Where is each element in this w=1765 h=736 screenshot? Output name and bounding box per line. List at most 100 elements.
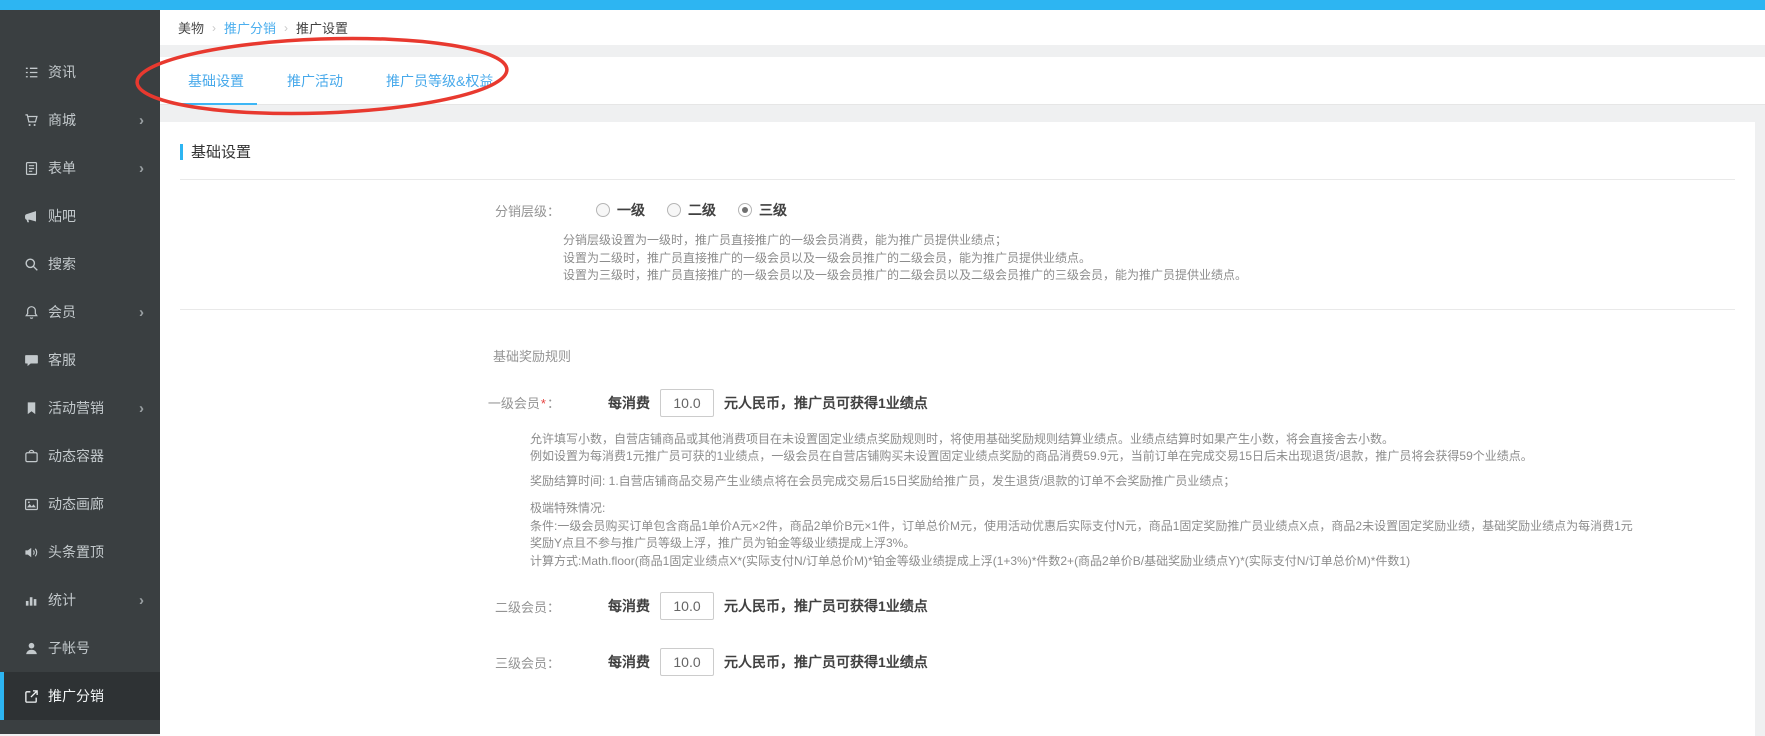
divider — [180, 309, 1735, 310]
chevron-right-icon: › — [139, 401, 144, 416]
level3-member-label: 三级会员： — [180, 653, 560, 672]
sidebar-item-search[interactable]: 搜索 — [0, 240, 160, 288]
breadcrumb: 美物 › 推广分销 › 推广设置 — [160, 10, 1765, 45]
consume-prefix: 每消费 — [608, 596, 650, 616]
container-icon — [24, 449, 39, 464]
sidebar-item-label: 推广分销 — [48, 686, 104, 706]
radio-level-3-selected[interactable]: 三级 — [738, 200, 787, 220]
level3-member-row: 三级会员： 每消费 元人民币，推广员可获得1业绩点 — [180, 648, 1735, 676]
tab-label: 推广活动 — [287, 71, 343, 91]
level3-member-control: 每消费 元人民币，推广员可获得1业绩点 — [608, 648, 928, 676]
sidebar-item-label: 贴吧 — [48, 206, 76, 226]
level3-amount-input[interactable] — [660, 648, 714, 676]
settings-card: 基础设置 分销层级： 一级 二级 三级 分销层级设置为一级时 — [160, 122, 1755, 736]
share-export-icon — [24, 689, 39, 704]
tab-label: 推广员等级&权益 — [386, 71, 493, 91]
sidebar-item-dynamic-container[interactable]: 动态容器 — [0, 432, 160, 480]
sidebar-item-support[interactable]: 客服 — [0, 336, 160, 384]
chevron-right-icon: › — [139, 593, 144, 608]
main-content: 美物 › 推广分销 › 推广设置 基础设置 推广活动 推广员等级&权益 基础设置… — [160, 10, 1765, 734]
breadcrumb-link-promotion[interactable]: 推广分销 — [224, 18, 276, 37]
sidebar-item-promotion-distribution[interactable]: 推广分销 — [0, 672, 160, 720]
megaphone-icon — [24, 209, 39, 224]
consume-prefix: 每消费 — [608, 393, 650, 413]
sidebar-item-members[interactable]: 会员 › — [0, 288, 160, 336]
tab-promoter-level-rights[interactable]: 推广员等级&权益 — [373, 57, 506, 104]
level1-member-control: 每消费 元人民币，推广员可获得1业绩点 — [608, 389, 928, 417]
sidebar-item-label: 客服 — [48, 350, 76, 370]
speaker-icon — [24, 545, 39, 560]
description-paragraph: 极端特殊情况: 条件:一级会员购买订单包含商品1单价A元×2件，商品2单价B元×… — [530, 500, 1735, 570]
sidebar-item-label: 子帐号 — [48, 638, 90, 658]
sidebar-item-label: 统计 — [48, 590, 76, 610]
level2-member-row: 二级会员： 每消费 元人民币，推广员可获得1业绩点 — [180, 592, 1735, 620]
reward-rules-description: 允许填写小数，自营店铺商品或其他消费项目在未设置固定业绩点奖励规则时，将使用基础… — [530, 431, 1735, 571]
description-line: 设置为三级时，推广员直接推广的一级会员以及一级会员推广的二级会员以及二级会员推广… — [563, 267, 1735, 285]
description-line: 例如设置为每消费1元推广员可获的1业绩点，一级会员在自营店铺购买未设置固定业绩点… — [530, 448, 1735, 466]
radio-circle-icon[interactable] — [596, 203, 610, 217]
radio-label: 三级 — [759, 200, 787, 220]
description-line: 奖励Y点且不参与推广员等级上浮，推广员为铂金等级业绩提成上浮3%。 — [530, 535, 1735, 553]
sidebar-item-headline-top[interactable]: 头条置顶 — [0, 528, 160, 576]
label-text: 二级会员 — [495, 600, 547, 615]
label-colon: ： — [547, 396, 560, 411]
section-accent-bar — [180, 144, 183, 160]
sidebar-item-label: 商城 — [48, 110, 76, 130]
sidebar-item-tieba[interactable]: 贴吧 — [0, 192, 160, 240]
basic-reward-rules-label: 基础奖励规则 — [493, 346, 1735, 365]
radio-circle-icon[interactable] — [738, 203, 752, 217]
level2-amount-input[interactable] — [660, 592, 714, 620]
chat-bubble-icon — [24, 353, 39, 368]
divider — [180, 179, 1735, 180]
sidebar-item-dynamic-gallery[interactable]: 动态画廊 — [0, 480, 160, 528]
distribution-level-row: 分销层级： 一级 二级 三级 — [180, 200, 1735, 220]
list-icon — [24, 65, 39, 80]
top-accent-bar — [0, 0, 1765, 10]
breadcrumb-separator: › — [212, 21, 216, 35]
sidebar-item-mall[interactable]: 商城 › — [0, 96, 160, 144]
breadcrumb-current: 推广设置 — [296, 18, 348, 37]
radio-circle-icon[interactable] — [667, 203, 681, 217]
gallery-icon — [24, 497, 39, 512]
description-line: 奖励结算时间: 1.自营店铺商品交易产生业绩点将在会员完成交易后15日奖励给推广… — [530, 473, 1735, 491]
radio-level-2[interactable]: 二级 — [667, 200, 716, 220]
radio-level-1[interactable]: 一级 — [596, 200, 645, 220]
sidebar-item-forms[interactable]: 表单 › — [0, 144, 160, 192]
description-line: 计算方式:Math.floor(商品1固定业绩点X*(实际支付N/订单总价M)*… — [530, 553, 1735, 571]
sidebar-item-label: 会员 — [48, 302, 76, 322]
sidebar-item-statistics[interactable]: 统计 › — [0, 576, 160, 624]
label-text: 三级会员 — [495, 656, 547, 671]
page-title: 基础设置 — [191, 141, 251, 162]
sidebar-item-label: 搜索 — [48, 254, 76, 274]
radio-label: 一级 — [617, 200, 645, 220]
bar-chart-icon — [24, 593, 39, 608]
chevron-right-icon: › — [139, 113, 144, 128]
level1-member-row: 一级会员*： 每消费 元人民币，推广员可获得1业绩点 — [180, 389, 1735, 417]
search-icon — [24, 257, 39, 272]
level1-amount-input[interactable] — [660, 389, 714, 417]
tab-label: 基础设置 — [188, 71, 244, 91]
consume-prefix: 每消费 — [608, 652, 650, 672]
sidebar-item-label: 资讯 — [48, 62, 76, 82]
description-paragraph: 奖励结算时间: 1.自营店铺商品交易产生业绩点将在会员完成交易后15日奖励给推广… — [530, 473, 1735, 491]
sidebar-item-sub-accounts[interactable]: 子帐号 — [0, 624, 160, 672]
sidebar-item-news[interactable]: 资讯 — [0, 48, 160, 96]
sidebar-item-label: 表单 — [48, 158, 76, 178]
breadcrumb-separator: › — [284, 21, 288, 35]
level2-member-control: 每消费 元人民币，推广员可获得1业绩点 — [608, 592, 928, 620]
radio-label: 二级 — [688, 200, 716, 220]
chevron-right-icon: › — [139, 305, 144, 320]
distribution-level-description: 分销层级设置为一级时，推广员直接推广的一级会员消费，能为推广员提供业绩点； 设置… — [563, 232, 1735, 285]
tab-promotion-activity[interactable]: 推广活动 — [274, 57, 356, 104]
sidebar-item-label: 活动营销 — [48, 398, 104, 418]
consume-suffix: 元人民币，推广员可获得1业绩点 — [724, 596, 928, 616]
tab-basic-settings[interactable]: 基础设置 — [175, 57, 257, 104]
description-line: 分销层级设置为一级时，推广员直接推广的一级会员消费，能为推广员提供业绩点； — [563, 232, 1735, 250]
consume-suffix: 元人民币，推广员可获得1业绩点 — [724, 652, 928, 672]
description-line: 设置为二级时，推广员直接推广的一级会员以及一级会员推广的二级会员，能为推广员提供… — [563, 250, 1735, 268]
description-line: 条件:一级会员购买订单包含商品1单价A元×2件，商品2单价B元×1件，订单总价M… — [530, 518, 1735, 536]
sidebar-item-marketing[interactable]: 活动营销 › — [0, 384, 160, 432]
cart-icon — [24, 113, 39, 128]
breadcrumb-home[interactable]: 美物 — [178, 18, 204, 37]
level1-member-label: 一级会员*： — [180, 393, 560, 412]
